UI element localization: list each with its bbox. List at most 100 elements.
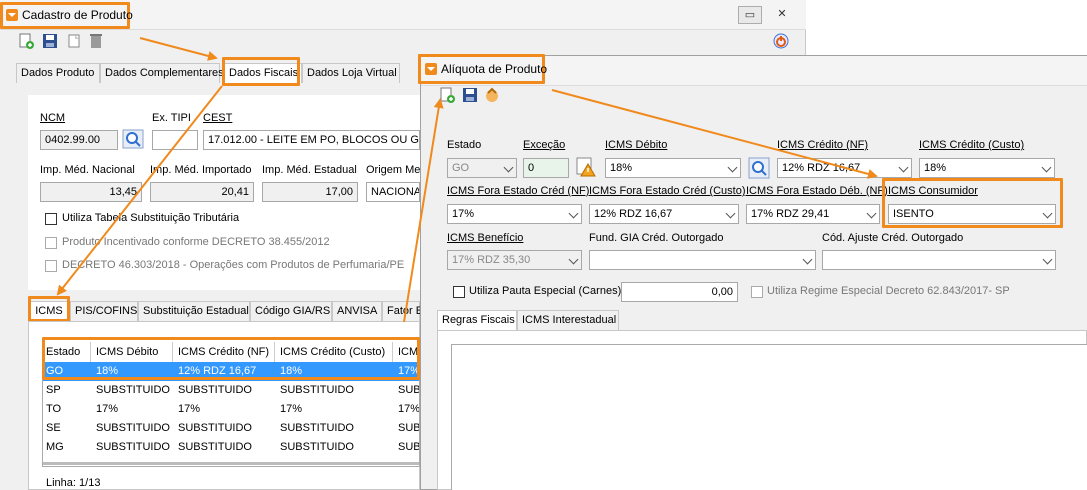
table-cell: 17% [280,403,303,415]
excecao-label: Exceção [523,139,566,151]
tab-regras-fiscais[interactable]: Regras Fiscais [437,310,517,330]
tab-substituicao-estadual[interactable]: Substituição Estadual [138,301,250,321]
new-record-icon[interactable] [18,33,34,49]
tab-dados-complementares[interactable]: Dados Complementares [100,63,224,83]
chevron-down-icon [725,208,736,219]
cod-ajuste-label: Cód. Ajuste Créd. Outorgado [822,232,964,244]
imp-nacional-field[interactable]: 13,45 [40,182,142,202]
subst-checkbox-label: Utiliza Tabela Substituição Tributária [62,212,240,224]
table-cell: 17% [178,403,201,415]
tab-codigo-gia[interactable]: Código GIA/RS [250,301,332,321]
icms-credito-custo-label: ICMS Crédito (Custo) [919,139,1025,151]
tab-dados-loja-virtual[interactable]: Dados Loja Virtual [302,63,400,83]
chevron-down-icon [503,162,514,173]
fund-gia-combo[interactable] [589,250,816,270]
table-cell: SUBSTITUIDO [280,441,354,453]
popup-new-icon[interactable] [439,87,455,103]
subst-checkbox[interactable] [45,213,57,225]
table-cell: SUBSTITUIDO [178,384,252,396]
table-row[interactable]: SE SUBSTITUIDO SUBSTITUIDO SUBSTITUIDO SUBS [43,419,419,438]
imp-estadual-field[interactable]: 17,00 [262,182,358,202]
pauta-field[interactable]: 0,00 [621,282,738,302]
cest-field[interactable]: 17.012.00 - LEITE EM PO, BLOCOS OU GRA [203,130,420,150]
origem-label: Origem Me [366,164,421,176]
table-cell: SUBSTITUIDO [96,422,170,434]
icms-debito-value: 18% [610,162,633,174]
tab-icms-interestadual[interactable]: ICMS Interestadual [517,310,619,330]
beneficio-combo[interactable]: 17% RDZ 35,30 [447,250,582,270]
excecao-warning-icon[interactable] [575,156,597,178]
table-cell: SE [46,422,61,434]
icms-debito-combo[interactable]: 18% [605,158,741,178]
origem-field[interactable]: NACIONA [366,182,420,202]
icms-credito-custo-combo[interactable]: 18% [919,158,1055,178]
fora-deb-nf-combo[interactable]: 17% RDZ 29,41 [746,204,880,224]
table-cell: SUBSTITUIDO [280,422,354,434]
fora-cred-custo-combo[interactable]: 12% RDZ 16,67 [589,204,739,224]
estado-combo[interactable]: GO [447,158,517,178]
grid-highlight [42,337,420,380]
chevron-down-icon [898,162,909,173]
tab-pis-cofins[interactable]: PIS/COFINS [70,301,138,321]
regime-checkbox[interactable] [751,286,763,298]
chevron-down-icon [727,162,738,173]
close-button[interactable]: ✕ [770,6,794,24]
tab-anvisa[interactable]: ANVISA [332,301,382,321]
fora-cred-nf-label: ICMS Fora Estado Créd (NF) [447,185,590,197]
icms-credito-nf-value: 12% RDZ 16,67 [782,162,861,174]
table-cell: SUBS [398,441,420,453]
imp-importado-field[interactable]: 20,41 [150,182,254,202]
incentivado-checkbox[interactable] [45,237,57,249]
table-row[interactable]: MG SUBSTITUIDO SUBSTITUIDO SUBSTITUIDO SUBS [43,438,419,457]
regime-label: Utiliza Regime Especial Decreto 62.843/2… [767,285,1010,297]
table-cell: SUBSTITUIDO [178,441,252,453]
chevron-down-icon [568,208,579,219]
estado-value: GO [452,162,470,174]
decreto-checkbox[interactable] [45,260,57,272]
consumidor-highlight [882,178,1063,228]
beneficio-value: 17% RDZ 35,30 [452,254,531,266]
ncm-field[interactable]: 0402.99.00 [40,130,118,150]
cod-ajuste-combo[interactable] [822,250,1056,270]
popup-menu-icon[interactable] [425,63,437,75]
credito-search-icon[interactable] [748,157,770,179]
regras-grid [451,344,1087,490]
popup-save-icon[interactable] [462,87,478,103]
chevron-down-icon [1042,254,1053,265]
fora-cred-nf-combo[interactable]: 17% [447,204,582,224]
copy-icon[interactable] [66,33,82,49]
table-row[interactable]: TO 17% 17% 17% 17% [43,400,419,419]
power-icon[interactable] [773,33,789,49]
popup-undo-icon[interactable] [484,87,500,103]
ex-tipi-field[interactable] [152,130,198,150]
chevron-down-icon [866,208,877,219]
fora-deb-nf-value: 17% RDZ 29,41 [751,208,830,220]
restore-button[interactable]: ▭ [738,6,762,24]
cest-label: CEST [203,112,233,124]
save-icon[interactable] [42,33,58,49]
tab-dados-produto[interactable]: Dados Produto [16,63,100,83]
ex-tipi-label: Ex. TIPI [152,112,191,124]
icms-tab-highlight [28,296,70,322]
ncm-search-icon[interactable] [122,129,144,149]
pauta-checkbox[interactable] [453,286,465,298]
table-cell: SUBSTITUIDO [96,441,170,453]
delete-icon[interactable] [88,33,104,49]
window-menu-icon[interactable] [6,9,18,21]
fund-gia-label: Fund. GIA Créd. Outorgado [589,232,724,244]
icms-debito-label: ICMS Débito [605,139,668,151]
icms-credito-nf-combo[interactable]: 12% RDZ 16,67 [777,158,912,178]
imp-importado-label: Imp. Méd. Importado [150,164,252,176]
table-cell: SUBSTITUIDO [280,384,354,396]
table-cell: SUBS [398,422,420,434]
grid-status: Linha: 1/13 [46,477,101,489]
popup-title: Alíquota de Produto [441,62,548,76]
imp-nacional-label: Imp. Méd. Nacional [40,164,135,176]
tab-fator[interactable]: Fator E [382,301,423,321]
excecao-field[interactable]: 0 [523,158,569,178]
ncm-label: NCM [40,112,66,124]
decreto-checkbox-label: DECRETO 46.303/2018 - Operações com Prod… [62,259,405,271]
table-row[interactable]: SP SUBSTITUIDO SUBSTITUIDO SUBSTITUIDO SUBS [43,381,419,400]
icms-credito-custo-value: 18% [924,162,947,174]
grid-scrollbar[interactable] [43,462,419,465]
